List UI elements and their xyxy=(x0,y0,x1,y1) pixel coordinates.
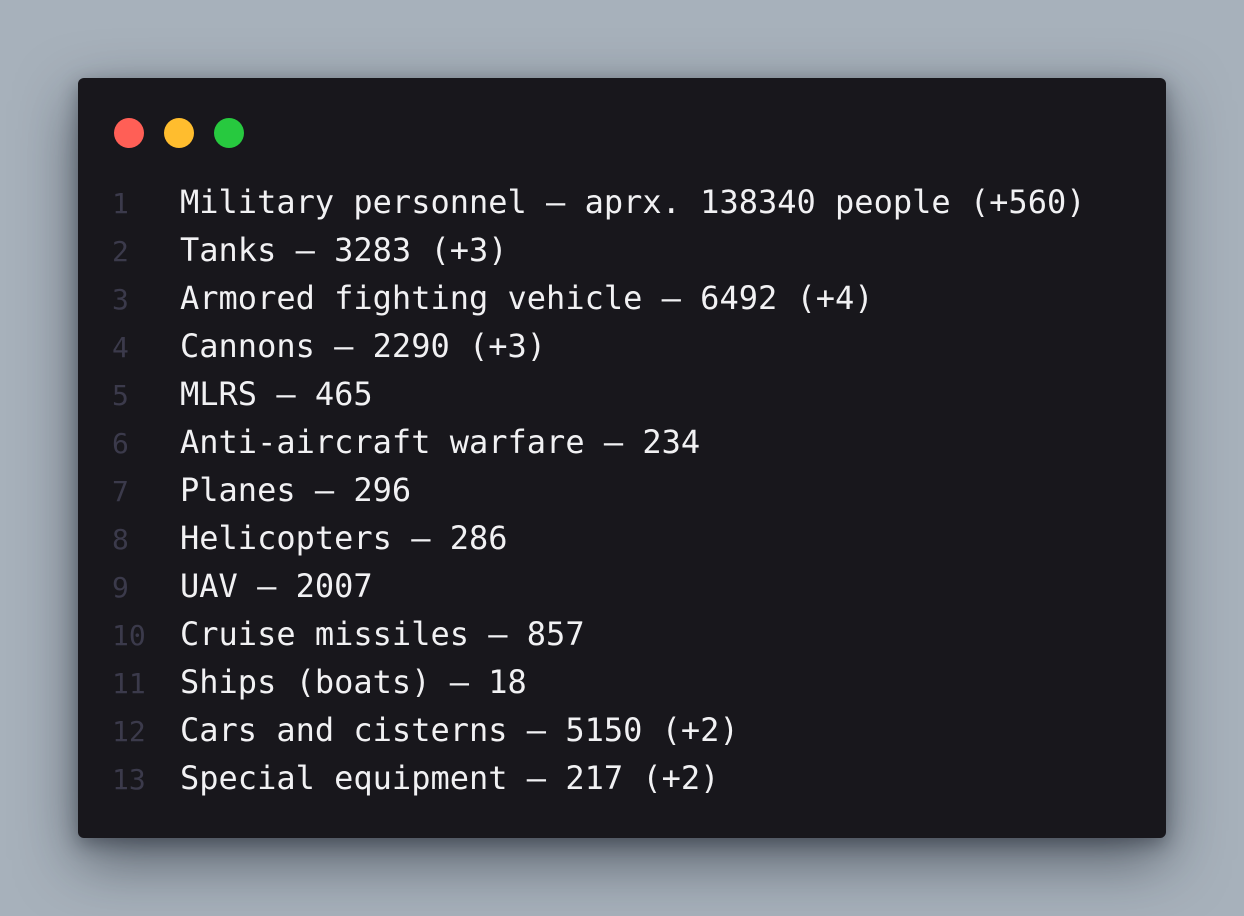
line-number: 1 xyxy=(112,187,129,220)
line-text: Cannons — 2290 (+3) xyxy=(180,327,547,365)
line-number: 7 xyxy=(112,475,129,508)
code-line: 12 Cars and cisterns — 5150 (+2) xyxy=(78,706,1085,754)
line-number: 4 xyxy=(112,331,129,364)
code-line: 1 Military personnel — aprx. 138340 peopl… xyxy=(78,178,1085,226)
line-text: Cruise missiles — 857 xyxy=(180,615,585,653)
line-number: 13 xyxy=(112,763,146,796)
window-controls xyxy=(114,118,244,148)
code-line: 11 Ships (boats) — 18 xyxy=(78,658,1085,706)
line-text: Planes — 296 xyxy=(180,471,412,509)
line-text: Military personnel — aprx. 138340 people… xyxy=(180,183,1086,221)
code-line: 5 MLRS — 465 xyxy=(78,370,1085,418)
code-line: 6 Anti-aircraft warfare — 234 xyxy=(78,418,1085,466)
code-line: 4 Cannons — 2290 (+3) xyxy=(78,322,1085,370)
line-text: UAV — 2007 xyxy=(180,567,373,605)
code-line: 2 Tanks — 3283 (+3) xyxy=(78,226,1085,274)
line-number: 9 xyxy=(112,571,129,604)
close-dot-icon[interactable] xyxy=(114,118,144,148)
code-line: 10 Cruise missiles — 857 xyxy=(78,610,1085,658)
line-text: Helicopters — 286 xyxy=(180,519,508,557)
code-line: 13 Special equipment — 217 (+2) xyxy=(78,754,1085,802)
line-number: 10 xyxy=(112,619,146,652)
line-number: 2 xyxy=(112,235,129,268)
line-number: 11 xyxy=(112,667,146,700)
line-text: Cars and cisterns — 5150 (+2) xyxy=(180,711,739,749)
code-line: 3 Armored fighting vehicle — 6492 (+4) xyxy=(78,274,1085,322)
line-number: 12 xyxy=(112,715,146,748)
line-text: Armored fighting vehicle — 6492 (+4) xyxy=(180,279,874,317)
code-window: 1 Military personnel — aprx. 138340 peopl… xyxy=(78,78,1166,838)
code-line: 7 Planes — 296 xyxy=(78,466,1085,514)
line-number: 3 xyxy=(112,283,129,316)
line-number: 5 xyxy=(112,379,129,412)
maximize-dot-icon[interactable] xyxy=(214,118,244,148)
line-text: Special equipment — 217 (+2) xyxy=(180,759,720,797)
minimize-dot-icon[interactable] xyxy=(164,118,194,148)
line-text: Tanks — 3283 (+3) xyxy=(180,231,508,269)
line-text: Anti-aircraft warfare — 234 xyxy=(180,423,701,461)
line-number: 6 xyxy=(112,427,129,460)
code-line: 9 UAV — 2007 xyxy=(78,562,1085,610)
code-line: 8 Helicopters — 286 xyxy=(78,514,1085,562)
line-number: 8 xyxy=(112,523,129,556)
line-text: MLRS — 465 xyxy=(180,375,373,413)
code-block: 1 Military personnel — aprx. 138340 peopl… xyxy=(78,178,1085,802)
line-text: Ships (boats) — 18 xyxy=(180,663,527,701)
